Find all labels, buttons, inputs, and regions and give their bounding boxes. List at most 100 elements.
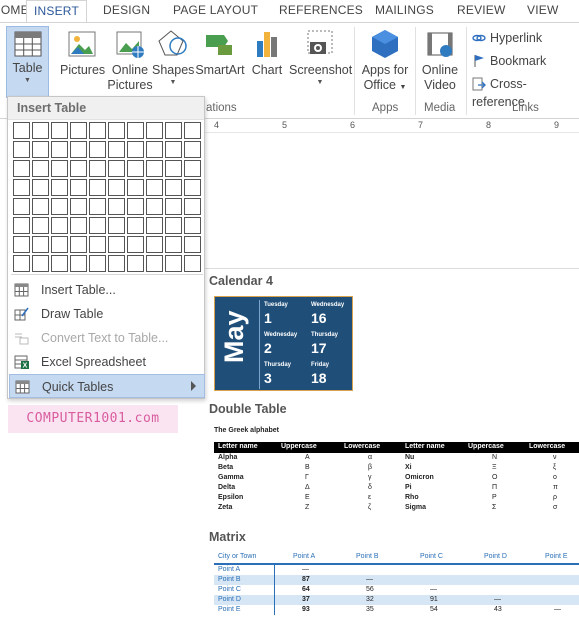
grid-cell[interactable] [13, 179, 30, 196]
grid-cell[interactable] [108, 198, 125, 215]
grid-cell[interactable] [32, 179, 49, 196]
grid-cell[interactable] [184, 198, 201, 215]
grid-cell[interactable] [89, 141, 106, 158]
tab-review[interactable]: REVIEW [457, 3, 506, 17]
menu-item-draw-table[interactable]: Draw Table [9, 302, 205, 326]
grid-cell[interactable] [32, 160, 49, 177]
horizontal-ruler[interactable]: 4 5 6 7 8 9 [205, 119, 579, 133]
grid-cell[interactable] [146, 122, 163, 139]
grid-cell[interactable] [146, 217, 163, 234]
grid-cell[interactable] [70, 141, 87, 158]
grid-cell[interactable] [89, 236, 106, 253]
grid-cell[interactable] [32, 141, 49, 158]
tab-references[interactable]: REFERENCES [279, 3, 363, 17]
grid-cell[interactable] [127, 179, 144, 196]
grid-cell[interactable] [32, 217, 49, 234]
grid-cell[interactable] [13, 160, 30, 177]
tab-design[interactable]: DESIGN [103, 3, 150, 17]
grid-cell[interactable] [32, 198, 49, 215]
grid-cell[interactable] [108, 217, 125, 234]
grid-cell[interactable] [13, 255, 30, 272]
grid-cell[interactable] [70, 179, 87, 196]
grid-cell[interactable] [127, 236, 144, 253]
tab-page-layout[interactable]: PAGE LAYOUT [173, 3, 258, 17]
grid-cell[interactable] [108, 160, 125, 177]
grid-cell[interactable] [146, 141, 163, 158]
menu-item-excel-spreadsheet[interactable]: X Excel Spreadsheet [9, 350, 205, 374]
grid-cell[interactable] [13, 217, 30, 234]
grid-cell[interactable] [165, 198, 182, 215]
grid-cell[interactable] [51, 255, 68, 272]
grid-cell[interactable] [32, 236, 49, 253]
grid-cell[interactable] [70, 198, 87, 215]
pictures-button[interactable]: Pictures [60, 29, 105, 78]
grid-cell[interactable] [51, 217, 68, 234]
grid-cell[interactable] [146, 198, 163, 215]
hyperlink-button[interactable]: Hyperlink [472, 29, 542, 47]
grid-cell[interactable] [184, 122, 201, 139]
calendar-4-thumbnail[interactable]: May Tuesday 1 Wednesday 16 Wednesday 2 T… [214, 296, 353, 391]
grid-cell[interactable] [108, 122, 125, 139]
grid-cell[interactable] [165, 236, 182, 253]
screenshot-button[interactable]: Screenshot ▼ [289, 29, 352, 88]
grid-cell[interactable] [184, 160, 201, 177]
shapes-button[interactable]: Shapes ▼ [152, 29, 194, 88]
grid-cell[interactable] [13, 198, 30, 215]
chart-button[interactable]: Chart [248, 29, 286, 78]
grid-cell[interactable] [184, 217, 201, 234]
grid-cell[interactable] [89, 179, 106, 196]
grid-cell[interactable] [146, 179, 163, 196]
grid-cell[interactable] [146, 236, 163, 253]
grid-cell[interactable] [108, 255, 125, 272]
grid-cell[interactable] [165, 141, 182, 158]
grid-cell[interactable] [165, 217, 182, 234]
apps-for-office-button[interactable]: Apps for Office ▼ [358, 29, 412, 95]
online-video-button[interactable]: Online Video [418, 29, 462, 93]
grid-cell[interactable] [108, 236, 125, 253]
grid-cell[interactable] [70, 255, 87, 272]
menu-item-insert-table[interactable]: Insert Table... [9, 278, 205, 302]
grid-cell[interactable] [127, 141, 144, 158]
smartart-button[interactable]: SmartArt [194, 29, 246, 78]
grid-cell[interactable] [165, 179, 182, 196]
grid-cell[interactable] [184, 236, 201, 253]
grid-cell[interactable] [13, 122, 30, 139]
grid-cell[interactable] [146, 255, 163, 272]
menu-item-quick-tables[interactable]: Quick Tables [9, 374, 205, 398]
online-pictures-button[interactable]: Online Pictures [107, 29, 153, 93]
grid-cell[interactable] [89, 122, 106, 139]
grid-cell[interactable] [184, 141, 201, 158]
grid-cell[interactable] [184, 179, 201, 196]
grid-cell[interactable] [51, 122, 68, 139]
grid-cell[interactable] [165, 255, 182, 272]
tab-mailings[interactable]: MAILINGS [375, 3, 434, 17]
cross-reference-button[interactable]: Cross-reference [472, 75, 579, 109]
grid-cell[interactable] [184, 255, 201, 272]
grid-cell[interactable] [127, 122, 144, 139]
grid-cell[interactable] [70, 160, 87, 177]
grid-cell[interactable] [32, 122, 49, 139]
grid-cell[interactable] [32, 255, 49, 272]
grid-cell[interactable] [51, 179, 68, 196]
grid-cell[interactable] [13, 141, 30, 158]
grid-cell[interactable] [51, 141, 68, 158]
grid-cell[interactable] [70, 217, 87, 234]
grid-cell[interactable] [89, 217, 106, 234]
grid-cell[interactable] [108, 141, 125, 158]
grid-cell[interactable] [51, 198, 68, 215]
table-button[interactable]: Table ▼ [6, 26, 49, 98]
grid-cell[interactable] [89, 160, 106, 177]
grid-cell[interactable] [127, 160, 144, 177]
tab-view[interactable]: VIEW [527, 3, 558, 17]
grid-cell[interactable] [146, 160, 163, 177]
grid-cell[interactable] [127, 198, 144, 215]
grid-cell[interactable] [165, 122, 182, 139]
grid-cell[interactable] [165, 160, 182, 177]
grid-cell[interactable] [108, 179, 125, 196]
tab-insert[interactable]: INSERT [26, 0, 87, 23]
grid-cell[interactable] [70, 122, 87, 139]
grid-cell[interactable] [70, 236, 87, 253]
bookmark-button[interactable]: Bookmark [472, 52, 546, 70]
grid-cell[interactable] [13, 236, 30, 253]
grid-cell[interactable] [127, 255, 144, 272]
